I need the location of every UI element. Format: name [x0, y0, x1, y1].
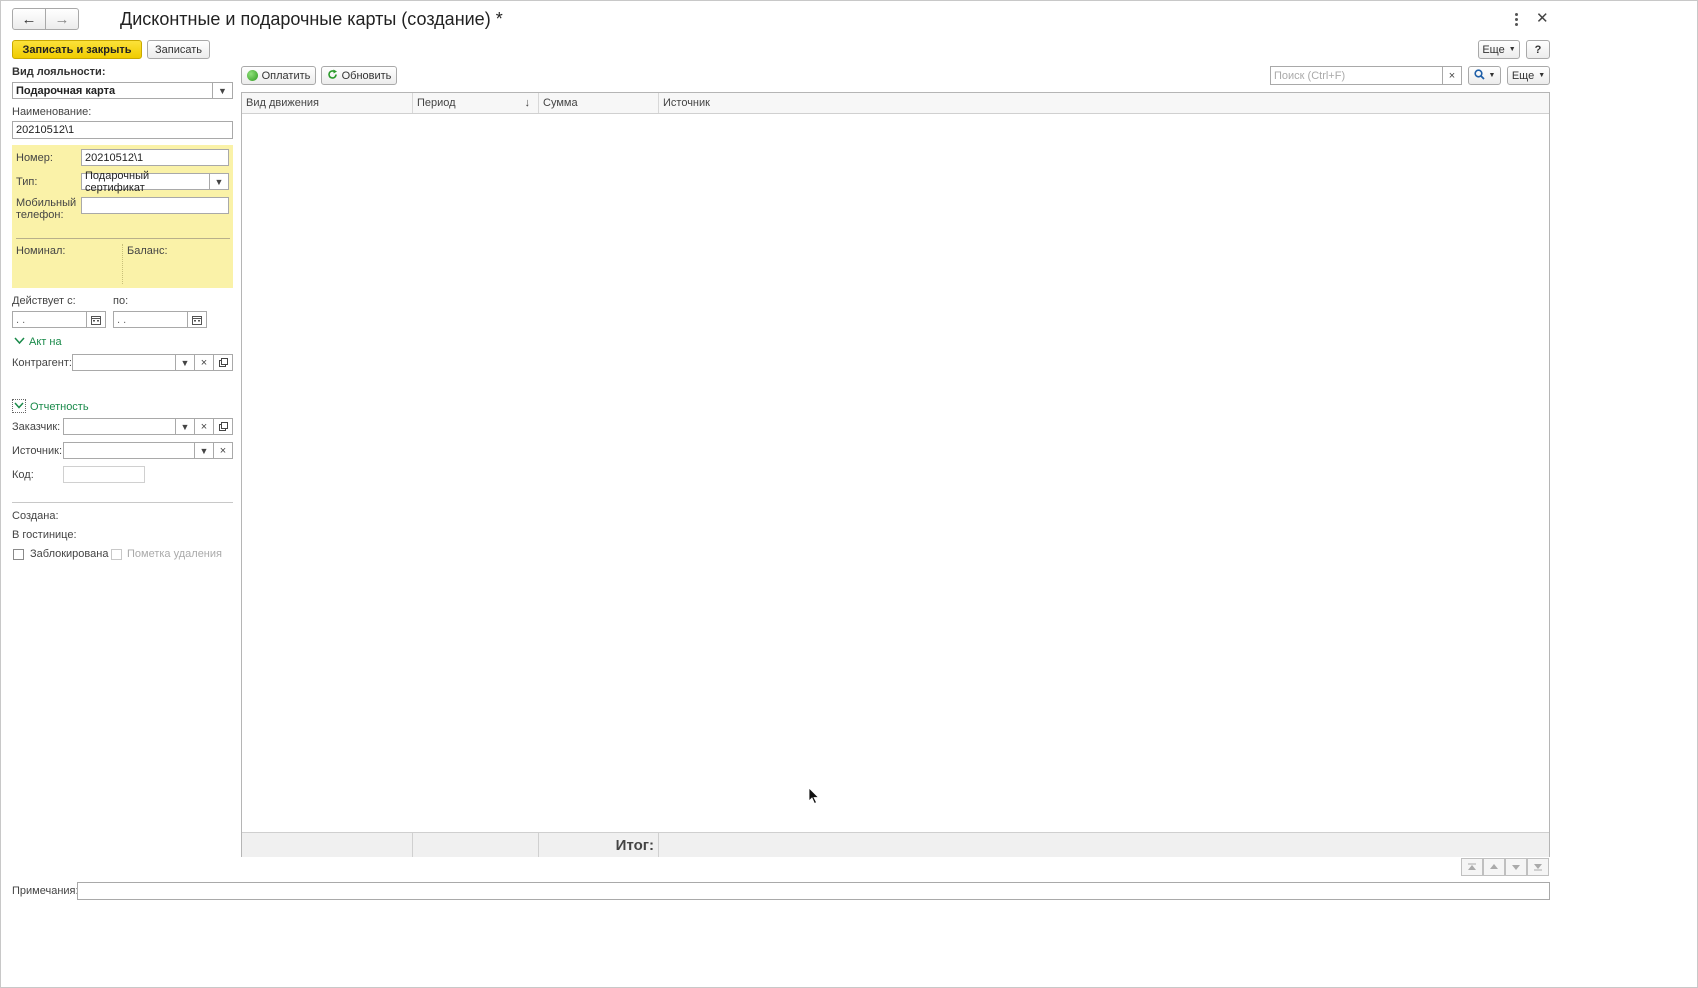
phone-field[interactable]: [81, 197, 229, 214]
source-label: Источник:: [12, 445, 63, 457]
reporting-group-toggle[interactable]: [12, 399, 26, 413]
refresh-icon: [327, 69, 338, 83]
movements-table[interactable]: Вид движения Период ↓ Сумма Источник Ито…: [241, 92, 1550, 857]
chevron-down-icon[interactable]: ▼: [209, 173, 229, 190]
last-row-icon[interactable]: [1527, 858, 1549, 876]
chevron-down-icon[interactable]: ▼: [175, 418, 195, 435]
blocked-label[interactable]: Заблокирована: [30, 548, 108, 560]
valid-to-field[interactable]: . .: [113, 311, 188, 328]
search-button[interactable]: ▼: [1468, 66, 1501, 85]
close-icon[interactable]: ✕: [1536, 9, 1549, 27]
act-group-toggle[interactable]: Акт на: [14, 336, 62, 348]
chevron-down-icon: ▼: [1508, 46, 1516, 53]
calendar-icon[interactable]: [86, 311, 106, 328]
save-and-close-button[interactable]: Записать и закрыть: [12, 40, 142, 59]
deletion-mark-checkbox: [111, 549, 122, 560]
hotel-label: В гостинице:: [12, 529, 77, 541]
next-row-icon[interactable]: [1505, 858, 1527, 876]
phone-label-line2: телефон:: [16, 209, 64, 221]
footer-cell: [413, 833, 539, 857]
balance-label: Баланс:: [127, 245, 168, 257]
act-group-label: Акт на: [29, 336, 62, 348]
help-button[interactable]: ?: [1526, 40, 1550, 59]
arrow-right-icon: →: [54, 10, 70, 28]
chevron-down-icon: ▼: [1538, 72, 1546, 79]
table-footer: Итог:: [242, 832, 1549, 857]
type-label: Тип:: [16, 176, 38, 188]
name-label: Наименование:: [12, 106, 92, 118]
valid-from-field[interactable]: . .: [12, 311, 87, 328]
pay-icon: [246, 70, 258, 81]
chevron-down-icon[interactable]: ▼: [194, 442, 214, 459]
footer-cell: [242, 833, 413, 857]
sort-down-icon: ↓: [524, 97, 531, 109]
code-field: [63, 466, 145, 483]
first-row-icon[interactable]: [1461, 858, 1483, 876]
refresh-button[interactable]: Обновить: [321, 66, 397, 85]
chevron-down-icon: [14, 400, 24, 412]
calendar-icon[interactable]: [187, 311, 207, 328]
notes-field[interactable]: [77, 882, 1550, 900]
more-button-top[interactable]: Еще ▼: [1478, 40, 1520, 59]
refresh-label: Обновить: [341, 69, 392, 82]
valid-from-label: Действует с:: [12, 295, 76, 307]
type-field[interactable]: Подарочный сертификат: [81, 170, 210, 194]
forward-button[interactable]: →: [45, 8, 79, 30]
pay-button[interactable]: Оплатить: [241, 66, 316, 85]
open-icon[interactable]: [213, 418, 233, 435]
open-icon[interactable]: [213, 354, 233, 371]
column-header-amount[interactable]: Сумма: [539, 93, 659, 113]
name-field[interactable]: 20210512\1: [12, 121, 233, 139]
number-label: Номер:: [16, 152, 53, 164]
prev-row-icon[interactable]: [1483, 858, 1505, 876]
mouse-cursor-icon: [808, 787, 820, 808]
clear-icon[interactable]: ×: [194, 354, 214, 371]
page-title: Дисконтные и подарочные карты (создание)…: [120, 9, 503, 29]
search-icon: [1473, 68, 1485, 83]
more-button-table[interactable]: Еще ▼: [1507, 66, 1550, 85]
save-button[interactable]: Записать: [147, 40, 210, 59]
loyalty-type-label: Вид лояльности:: [12, 66, 106, 78]
nominal-label: Номинал:: [16, 245, 66, 257]
column-header-period[interactable]: Период ↓: [413, 93, 539, 113]
customer-field[interactable]: [63, 418, 176, 435]
deletion-mark-label: Пометка удаления: [127, 548, 222, 560]
counterparty-label: Контрагент:: [12, 357, 72, 369]
divider: [16, 238, 230, 239]
phone-label-line1: Мобильный: [16, 197, 77, 209]
divider: [12, 502, 233, 503]
loyalty-type-field[interactable]: Подарочная карта: [12, 82, 213, 99]
code-label: Код:: [12, 469, 34, 481]
blocked-checkbox[interactable]: [13, 549, 24, 560]
number-field[interactable]: 20210512\1: [81, 149, 229, 166]
column-header-period-label: Период: [417, 97, 456, 109]
source-field[interactable]: [63, 442, 195, 459]
chevron-down-icon[interactable]: ▼: [212, 82, 233, 99]
arrow-left-icon: ←: [21, 10, 37, 28]
search-input[interactable]: Поиск (Ctrl+F): [1270, 66, 1443, 85]
clear-icon[interactable]: ×: [194, 418, 214, 435]
customer-label: Заказчик:: [12, 421, 61, 433]
back-button[interactable]: ←: [12, 8, 46, 30]
more-label: Еще: [1482, 43, 1505, 56]
reporting-group-label[interactable]: Отчетность: [30, 401, 89, 413]
column-header-source[interactable]: Источник: [659, 93, 1549, 113]
phone-label: Мобильный телефон:: [16, 197, 76, 221]
pay-label: Оплатить: [261, 69, 311, 82]
column-header-movement-type[interactable]: Вид движения: [242, 93, 413, 113]
chevron-down-icon[interactable]: ▼: [175, 354, 195, 371]
chevron-down-icon: ▼: [1488, 72, 1496, 79]
valid-to-label: по:: [113, 295, 129, 307]
more-label: Еще: [1511, 69, 1535, 82]
created-label: Создана:: [12, 510, 59, 522]
divider: [122, 244, 124, 284]
clear-search-icon[interactable]: ×: [1442, 66, 1462, 85]
clear-icon[interactable]: ×: [213, 442, 233, 459]
chevron-down-icon: [14, 336, 25, 348]
kebab-menu-icon[interactable]: [1510, 10, 1522, 28]
total-label: Итог:: [539, 833, 659, 857]
counterparty-field[interactable]: [72, 354, 176, 371]
notes-label: Примечания:: [12, 885, 79, 897]
